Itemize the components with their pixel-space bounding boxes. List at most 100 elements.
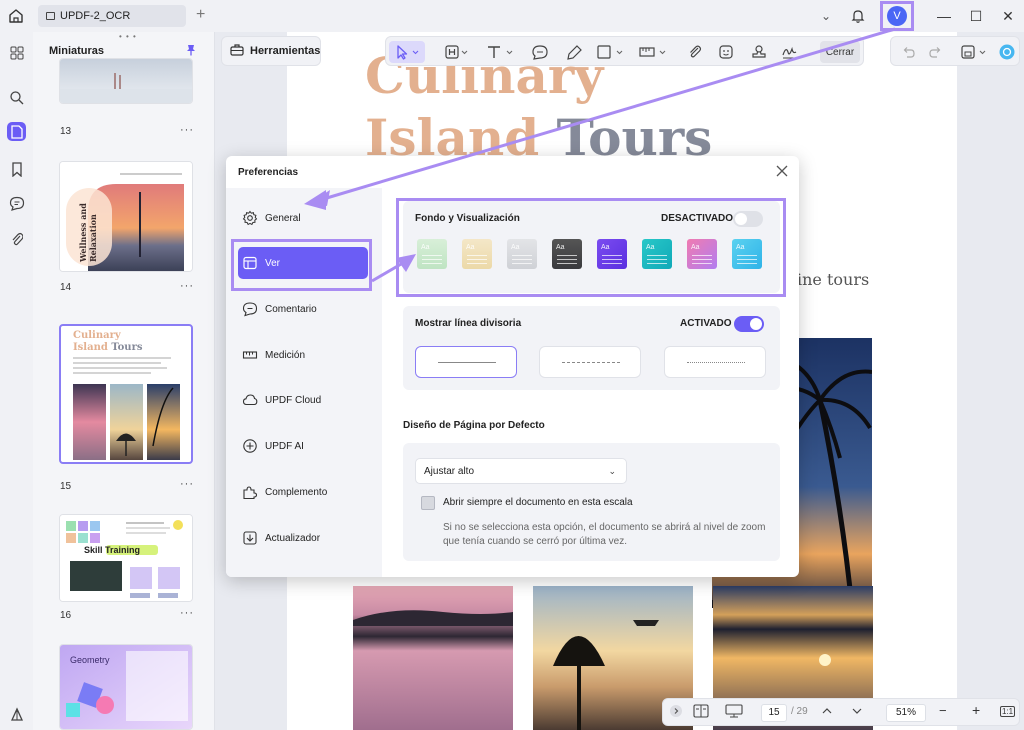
update-icon [243,531,257,545]
highlighter-tool[interactable] [563,41,585,63]
search-icon[interactable] [7,88,26,107]
document-tab[interactable]: UPDF-2_OCR [38,5,186,27]
preferences-dialog: Preferencias General Ver Comentario Medi… [226,156,799,577]
zoom-out-button[interactable]: − [939,703,947,718]
thumbnail-more-button[interactable]: ··· [180,478,194,490]
grid-icon[interactable] [7,43,26,62]
thumbnail-page-14[interactable]: Wellness and Relaxation [59,161,193,272]
comments-icon[interactable] [7,194,26,213]
page-layout-icon[interactable] [693,704,709,721]
pink-sunset-photo [353,586,513,730]
always-open-scale-label: Abrir siempre el documento en esta escal… [443,497,633,508]
thumbnail-page-16[interactable]: Skill Training [59,514,193,602]
bookmark-icon[interactable] [7,160,26,179]
measure-tool[interactable] [637,41,671,63]
thumbnail-page-13[interactable] [59,58,193,104]
panel-drag-handle[interactable]: • • • [119,32,137,41]
ai-icon [243,439,257,453]
nav-item-measure[interactable]: Medición [238,339,368,371]
zoom-level[interactable]: 51% [886,704,926,722]
next-page-icon[interactable] [851,704,863,721]
page-total: / 29 [791,706,808,717]
save-icon[interactable] [959,41,991,63]
sticker-tool[interactable] [716,41,736,63]
nav-item-label: General [265,212,301,224]
nav-item-label: UPDF Cloud [265,394,322,406]
plugin-icon [243,486,258,500]
background-highlight-box [396,198,786,297]
attachment-tool[interactable] [685,41,705,63]
nav-item-label: Actualizador [265,532,321,544]
attachment-icon[interactable] [7,230,26,249]
thumbnails-icon[interactable] [7,122,26,141]
stamp-tool[interactable] [749,41,769,63]
comment-icon [242,302,258,317]
pin-icon[interactable] [186,44,196,56]
thumbnail-16-text: Skill Training [84,545,141,555]
select-tool[interactable] [389,41,425,63]
title-bar: UPDF-2_OCR + ⌄ V — ☐ ✕ [0,0,1024,32]
gear-icon [242,210,258,226]
nav-item-general[interactable]: General [238,202,368,234]
text-box-tool[interactable] [442,41,472,63]
page-layout-select[interactable]: Ajustar alto ⌄ [415,458,627,484]
status-bar: 15 / 29 51% − + 1:1 [662,698,1020,726]
home-icon[interactable] [6,6,26,26]
ruler-icon [242,351,258,359]
bell-icon[interactable] [850,8,866,24]
nav-item-label: Comentario [265,303,317,315]
signature-tool[interactable] [780,41,802,63]
minimize-button[interactable]: — [928,8,960,24]
close-toolbar-button[interactable]: Cerrar [820,41,860,63]
close-window-button[interactable]: ✕ [992,8,1024,25]
avatar[interactable]: V [887,6,907,26]
nav-item-ai[interactable]: UPDF AI [238,430,368,462]
document-body-text: ine tours [797,270,870,289]
always-open-scale-checkbox[interactable] [421,496,435,510]
actual-size-button[interactable]: 1:1 [1000,706,1016,717]
tools-button[interactable]: Herramientas [221,36,321,66]
nav-item-label: Complemento [265,486,328,498]
close-icon[interactable] [773,162,791,180]
previous-page-icon[interactable] [821,704,833,721]
shape-tool[interactable] [594,41,628,63]
thumbnail-more-button[interactable]: ··· [180,124,194,136]
presentation-icon[interactable] [725,704,743,721]
thumbnail-more-button[interactable]: ··· [180,607,194,619]
divider-section-title: Mostrar línea divisoria [415,318,522,329]
thumbnail-number: 16 [60,610,72,621]
layout-note: Si no se selecciona esta opción, el docu… [443,522,766,547]
nav-item-updater[interactable]: Actualizador [238,522,368,554]
text-tool[interactable] [484,41,518,63]
layers-icon[interactable] [8,706,26,724]
page-number-input[interactable]: 15 [761,704,787,722]
add-tab-button[interactable]: + [196,6,205,24]
nav-item-label: UPDF AI [265,440,304,452]
thumbnail-14-text: Wellness and Relaxation [78,203,98,262]
document-actions-toolbar [890,36,1020,66]
divider-toggle[interactable] [734,316,764,332]
thumbnails-title: Miniaturas [49,45,105,57]
nav-item-comment[interactable]: Comentario [238,293,368,325]
thumbnail-more-button[interactable]: ··· [180,280,194,292]
chevron-down-icon[interactable]: ⌄ [816,9,836,23]
divider-toggle-label: ACTIVADO [680,318,732,329]
nav-item-plugin[interactable]: Complemento [238,476,368,508]
nav-item-cloud[interactable]: UPDF Cloud [238,384,368,416]
thumbnail-page-17[interactable]: Geometry [59,644,193,730]
sidebar-toggle-icon[interactable] [669,704,683,721]
thumbnail-page-15[interactable]: Culinary Island Tours [59,324,193,464]
comment-tool[interactable] [529,41,551,63]
redo-icon[interactable] [927,41,945,63]
divider-option-dashed[interactable] [539,346,641,378]
divider-option-dotted[interactable] [664,346,766,378]
thumbnail-number: 15 [60,481,72,492]
divider-option-solid[interactable] [415,346,517,378]
document-tab-icon [46,12,55,20]
undo-icon[interactable] [899,41,917,63]
maximize-button[interactable]: ☐ [960,8,992,25]
layout-section-title: Diseño de Página por Defecto [403,420,545,431]
zoom-in-button[interactable]: + [972,702,980,718]
avatar-highlight: V [880,1,914,31]
ai-assistant-icon[interactable] [997,41,1017,63]
